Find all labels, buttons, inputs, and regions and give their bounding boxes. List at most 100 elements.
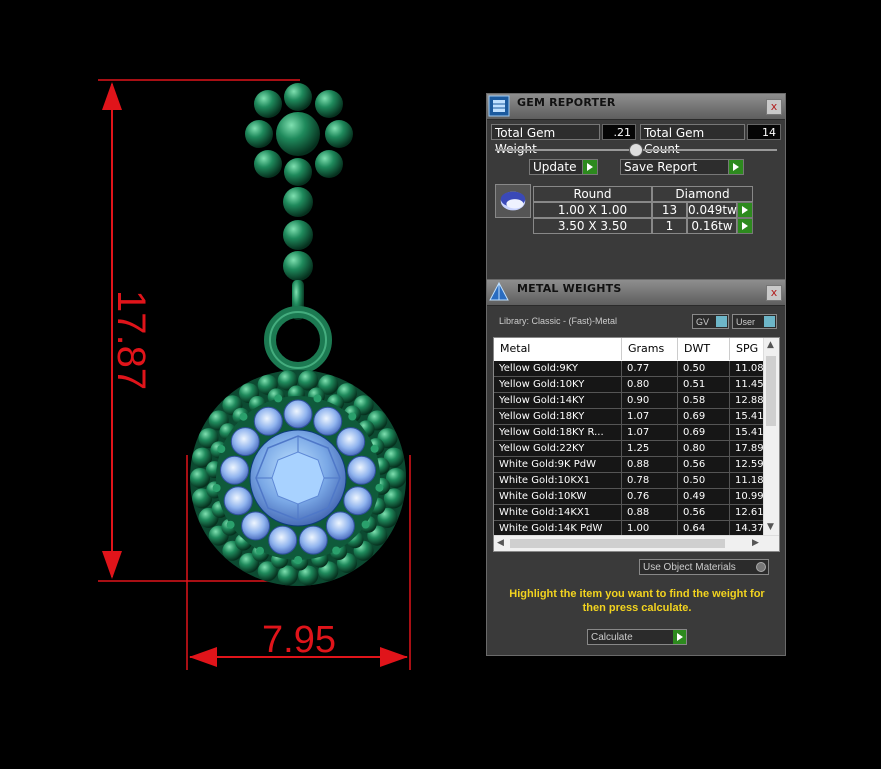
metal-row-grams: 0.77 [622,361,678,376]
metal-row-dwt: 0.58 [678,393,730,408]
metal-row-metal: White Gold:10KX1 [494,473,622,488]
metal-row-dwt: 0.56 [678,457,730,472]
bail-ring [264,306,332,374]
gem-row-count: 13 [652,202,687,218]
height-dimension-label: 17.87 [109,290,153,390]
metal-row-dwt: 0.51 [678,377,730,392]
scroll-left-icon[interactable]: ◀ [497,538,504,548]
metal-row-dwt: 0.56 [678,505,730,520]
metal-row-metal: Yellow Gold:9KY [494,361,622,376]
gem-row-go-button[interactable] [737,202,753,218]
play-icon [737,203,752,217]
pendant-model[interactable] [190,83,406,586]
metal-row-grams: 1.07 [622,425,678,440]
gem-row-count: 1 [652,218,687,234]
halo-gem [325,511,355,541]
update-button[interactable]: Update [529,159,598,175]
prong [217,445,226,453]
slider-handle[interactable] [629,143,643,157]
gem-material-header: Diamond [652,186,753,202]
user-toggle[interactable]: User [732,314,777,329]
halo-gem [347,455,376,485]
metal-row[interactable]: Yellow Gold:18KY R... 1.07 0.69 15.41 [494,425,770,441]
metal-row[interactable]: White Gold:10KW 0.76 0.49 10.99 [494,489,770,505]
play-icon [728,160,743,174]
gem-reporter-icon [488,95,510,117]
prong [348,412,357,421]
total-gem-count-value: 14 [747,124,781,140]
gem-reporter-panel: GEM REPORTER x Total Gem Weight .21 Tota… [486,93,786,280]
halo-gem [336,427,366,457]
prong [226,520,235,529]
prong [375,483,384,492]
metal-row-grams: 0.80 [622,377,678,392]
metal-row-dwt: 0.50 [678,361,730,376]
hint-text: Highlight the item you want to find the … [509,588,765,614]
total-gem-weight-value: .21 [602,124,636,140]
metal-row[interactable]: Yellow Gold:14KY 0.90 0.58 12.88 [494,393,770,409]
gem-row-weight: 0.049tw [687,202,737,218]
metal-row[interactable]: White Gold:9K PdW 0.88 0.56 12.59 [494,457,770,473]
gv-toggle[interactable]: GV [692,314,729,329]
prong [313,394,322,403]
halo-body [190,370,406,586]
metal-row[interactable]: Yellow Gold:18KY 1.07 0.69 15.41 [494,409,770,425]
use-object-materials-toggle[interactable]: Use Object Materials [639,559,769,575]
metal-row[interactable]: Yellow Gold:10KY 0.80 0.51 11.45 [494,377,770,393]
metal-weights-panel: METAL WEIGHTS x Library: Classic - (Fast… [486,279,786,656]
gv-toggle-label: GV [696,317,710,327]
round-gem-icon [495,184,531,218]
column-header-dwt[interactable]: DWT [678,338,730,360]
gem-row-size[interactable]: 3.50 X 3.50 [533,218,652,234]
halo-gem [253,406,283,436]
prong [370,444,379,453]
metal-weights-icon [489,281,509,301]
halo-gem [223,486,253,516]
metal-row-metal: Yellow Gold:14KY [494,393,622,408]
vertical-scroll-thumb[interactable] [766,356,776,426]
update-button-label: Update [533,160,577,174]
calculate-button[interactable]: Calculate [587,629,687,645]
scroll-down-icon[interactable]: ▼ [767,522,774,532]
column-header-metal[interactable]: Metal [494,338,622,360]
metal-row-dwt: 0.69 [678,425,730,440]
horizontal-scrollbar[interactable]: ◀ ▶ [494,535,779,551]
metal-row[interactable]: White Gold:10KX1 0.78 0.50 11.18 [494,473,770,489]
metal-list[interactable]: Metal Grams DWT SPG Yellow Gold:9KY 0.77 0… [493,337,780,552]
save-report-button[interactable]: Save Report [620,159,744,175]
metal-weights-titlebar[interactable]: METAL WEIGHTS x [487,280,785,306]
metal-row-metal: Yellow Gold:22KY [494,441,622,456]
gem-reporter-close-button[interactable]: x [766,99,782,115]
column-header-grams[interactable]: Grams [622,338,678,360]
metal-row-dwt: 0.50 [678,473,730,488]
scroll-up-icon[interactable]: ▲ [767,340,774,350]
library-label: Library: Classic - (Fast)-Metal [499,316,618,326]
metal-row-grams: 1.00 [622,521,678,536]
halo-gem [268,525,298,555]
metal-weights-close-button[interactable]: x [766,285,782,301]
metal-row[interactable]: Yellow Gold:9KY 0.77 0.50 11.08 [494,361,770,377]
prong [361,520,370,529]
calculate-button-label: Calculate [591,632,633,643]
metal-row-dwt: 0.80 [678,441,730,456]
gem-row-size[interactable]: 1.00 X 1.00 [533,202,652,218]
halo-gem [313,406,343,436]
halo-gem [343,486,373,516]
metal-row[interactable]: Yellow Gold:22KY 1.25 0.80 17.89 [494,441,770,457]
halo-gem [230,427,260,457]
vertical-scrollbar[interactable]: ▲ ▼ [763,338,779,536]
save-report-button-label: Save Report [624,160,698,174]
chain-beads [283,187,313,320]
metal-row[interactable]: White Gold:14KX1 0.88 0.56 12.61 [494,505,770,521]
halo-gem [298,525,328,555]
scroll-right-icon[interactable]: ▶ [752,538,759,548]
metal-row-grams: 0.76 [622,489,678,504]
prong [294,556,303,564]
gem-table: Round Diamond 1.00 X 1.00 13 0.049tw 3.5… [495,184,753,234]
gem-row-go-button[interactable] [737,218,753,234]
gem-reporter-titlebar[interactable]: GEM REPORTER x [487,94,785,120]
halo-gem [241,511,271,541]
halo-gem [283,399,313,429]
metal-row-grams: 0.90 [622,393,678,408]
horizontal-scroll-thumb[interactable] [510,539,725,548]
